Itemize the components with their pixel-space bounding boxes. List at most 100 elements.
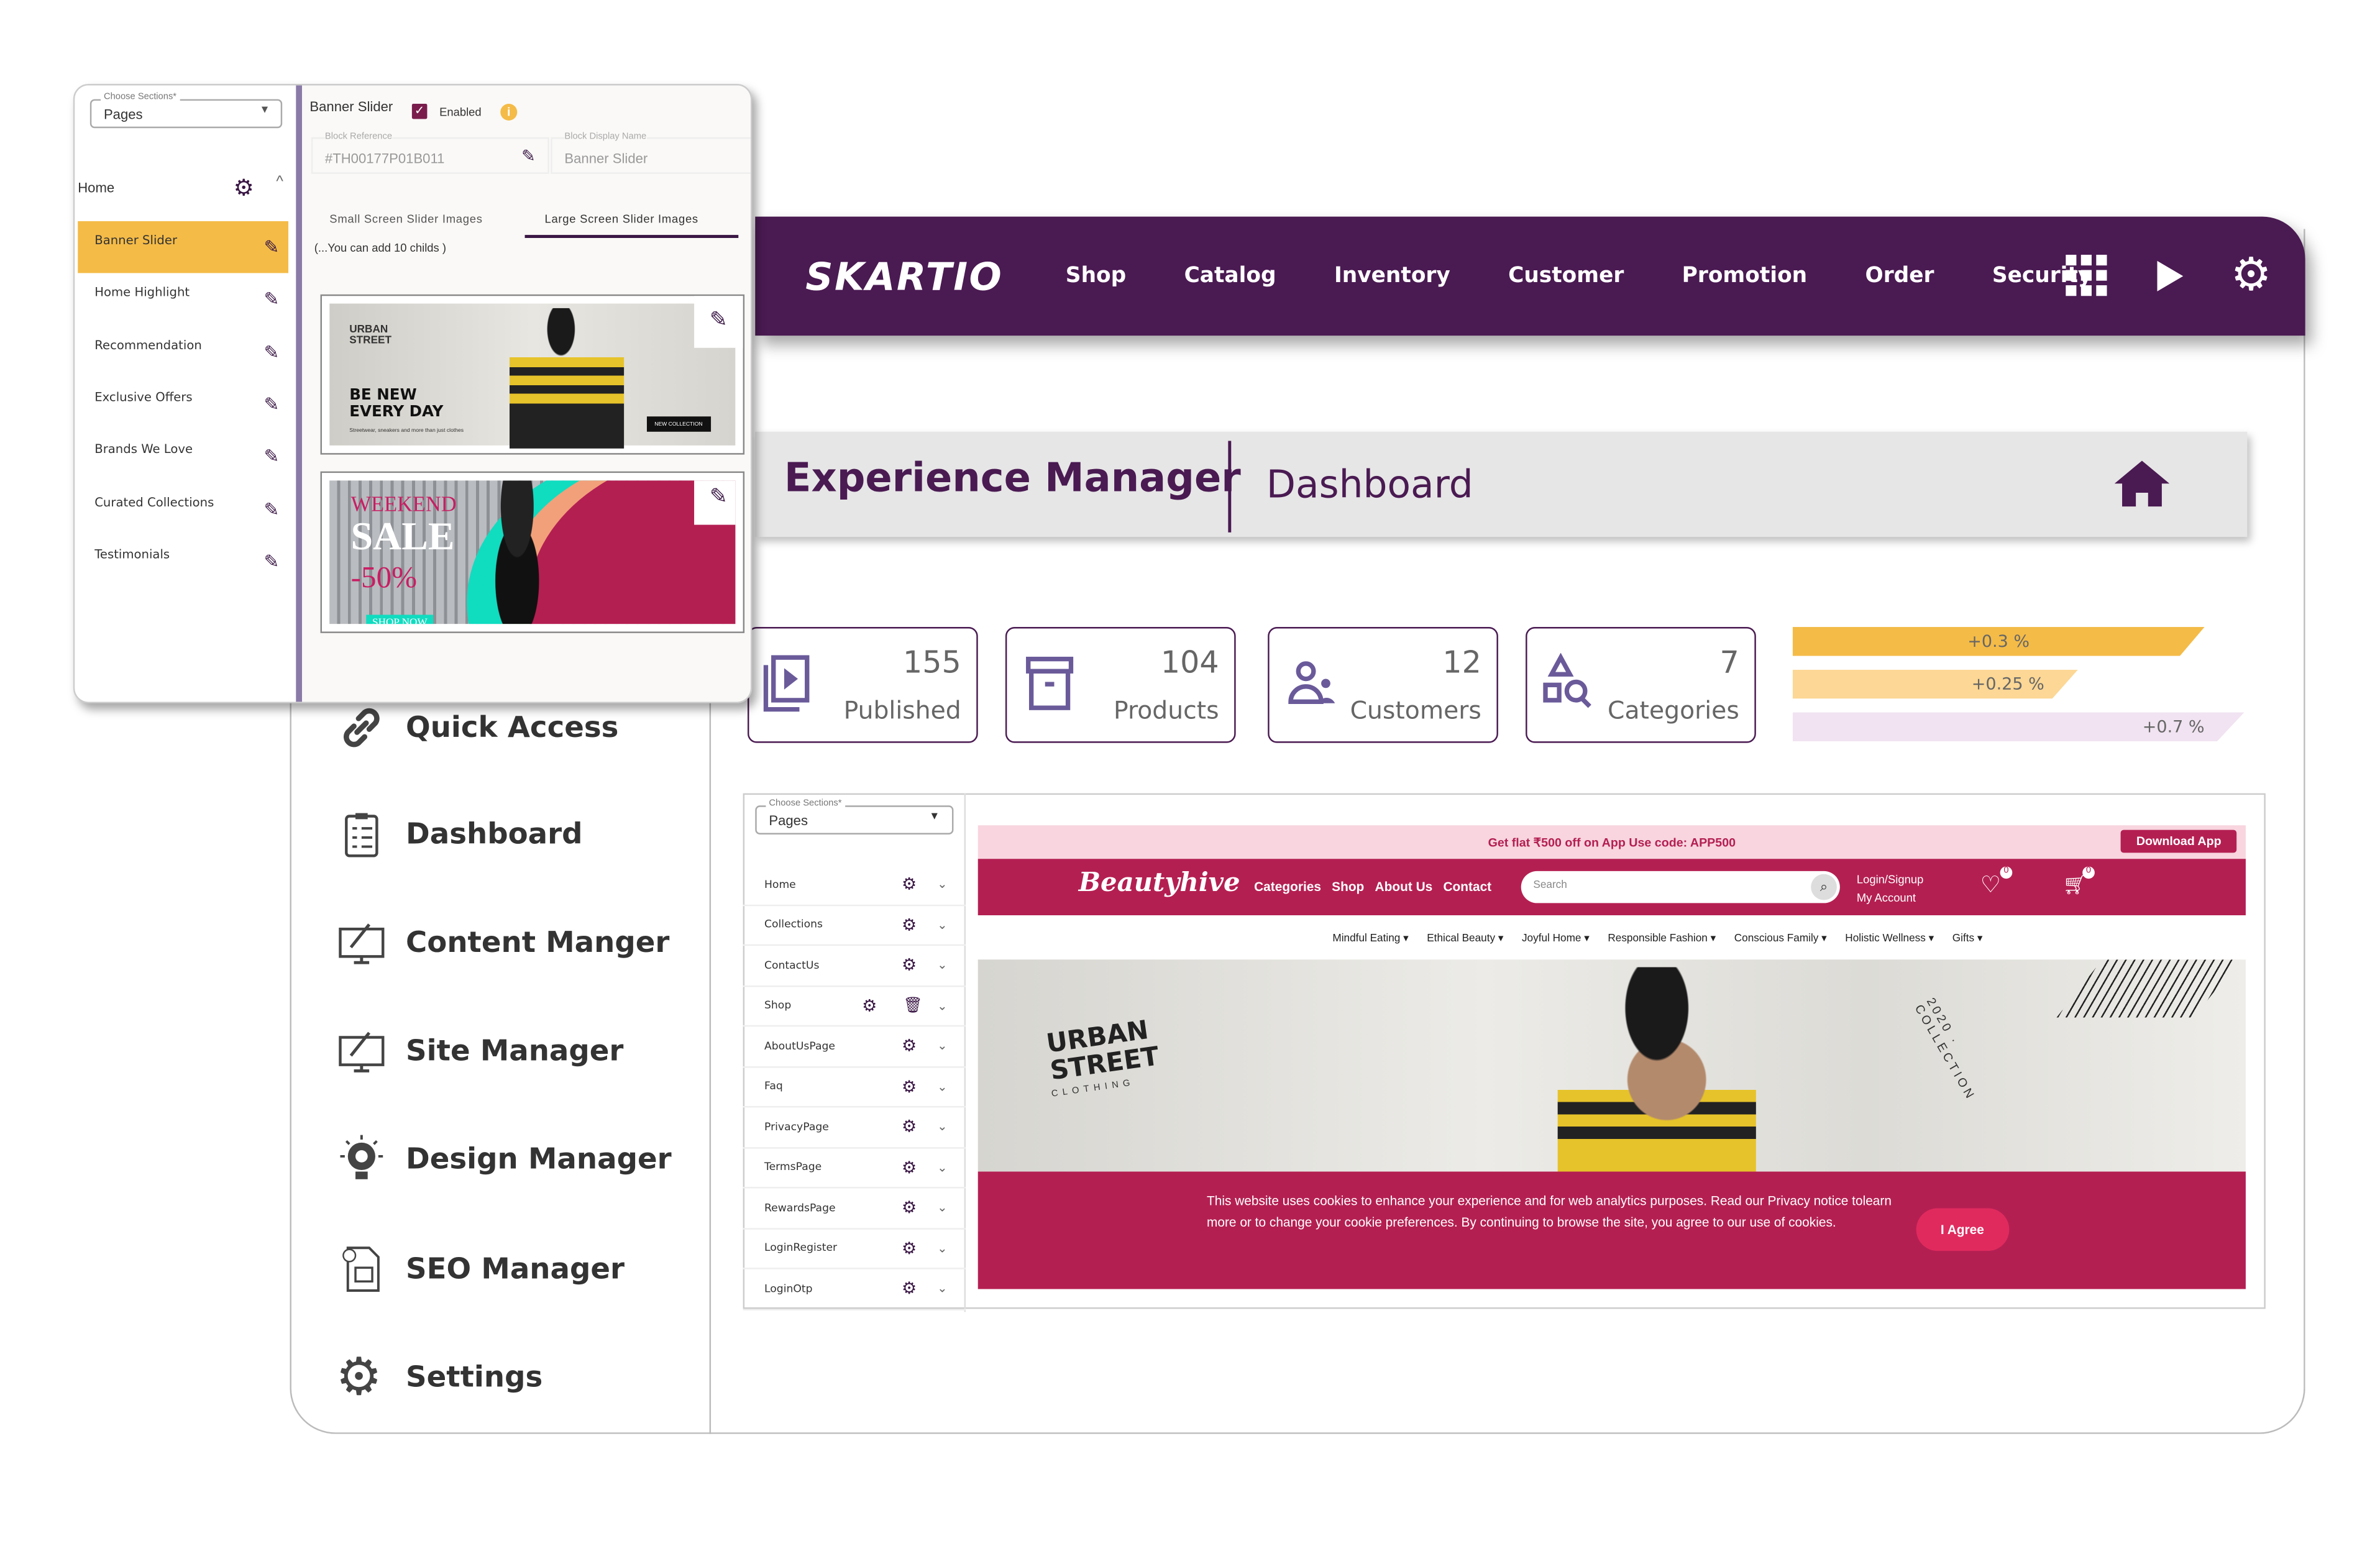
gear-icon[interactable]: ⚙: [902, 1238, 917, 1258]
download-app-button[interactable]: Download App: [2121, 830, 2237, 853]
category-link[interactable]: Responsible Fashion ▾: [1608, 931, 1716, 943]
slide-thumbnail[interactable]: URBAN STREET BE NEW EVERY DAY Streetwear,…: [320, 294, 745, 455]
sidebar-item-seo-manager[interactable]: SEO Manager: [336, 1243, 625, 1295]
home-icon[interactable]: [2113, 459, 2171, 508]
page-row[interactable]: AboutUsPage ⚙ ⌄: [743, 1026, 966, 1068]
category-link[interactable]: Conscious Family ▾: [1734, 931, 1827, 943]
page-row[interactable]: LoginRegister ⚙ ⌄: [743, 1229, 966, 1269]
category-link[interactable]: Holistic Wellness ▾: [1845, 931, 1934, 943]
block-item[interactable]: Home Highlight ✎: [78, 273, 288, 325]
page-row[interactable]: LoginOtp ⚙ ⌄: [743, 1269, 966, 1310]
pencil-icon[interactable]: ✎: [694, 296, 743, 348]
block-item[interactable]: Recommendation ✎: [78, 326, 288, 377]
block-item[interactable]: Banner Slider ✎: [78, 221, 289, 273]
tab-large-screen[interactable]: Large Screen Slider Images: [544, 212, 698, 226]
gear-icon[interactable]: ⚙: [902, 915, 917, 935]
gear-icon[interactable]: ⚙: [902, 1077, 917, 1097]
search-icon[interactable]: ⌕: [1811, 874, 1837, 900]
pencil-icon[interactable]: ✎: [694, 480, 736, 525]
section-select[interactable]: Choose Sections* Pages ▼: [89, 93, 283, 129]
sidebar-item-site-manager[interactable]: Site Manager: [336, 1025, 623, 1077]
page-row[interactable]: Faq ⚙ ⌄: [743, 1067, 966, 1108]
section-select[interactable]: Choose Sections* Pages ▼: [755, 799, 954, 834]
grid-icon[interactable]: [2066, 255, 2108, 298]
trash-icon[interactable]: 🗑︎: [903, 997, 922, 1014]
sidebar-item-content-manager[interactable]: Content Manger: [336, 917, 669, 969]
page-row[interactable]: Home ⚙ ⌄: [743, 865, 966, 906]
chevron-down-icon[interactable]: ⌄: [937, 1120, 947, 1134]
stat-customers[interactable]: 12 Customers: [1268, 627, 1498, 743]
info-icon[interactable]: i: [500, 103, 518, 121]
chevron-down-icon[interactable]: ⌄: [937, 1282, 947, 1296]
pencil-icon[interactable]: ✎: [264, 237, 280, 258]
stat-products[interactable]: 104 Products: [1005, 627, 1236, 743]
pencil-icon[interactable]: ✎: [264, 551, 280, 572]
nav-order[interactable]: Order: [1865, 264, 1934, 288]
block-item[interactable]: Testimonials ✎: [78, 535, 288, 587]
site-link[interactable]: Contact: [1443, 879, 1491, 894]
login-link[interactable]: Login/Signup: [1857, 871, 1924, 889]
account-link[interactable]: My Account: [1857, 889, 1924, 907]
site-link[interactable]: Shop: [1332, 879, 1364, 894]
category-link[interactable]: Joyful Home ▾: [1522, 931, 1590, 943]
site-search-input[interactable]: Search ⌕: [1521, 871, 1840, 903]
nav-shop[interactable]: Shop: [1066, 264, 1126, 288]
agree-button[interactable]: I Agree: [1916, 1208, 2009, 1251]
pencil-icon[interactable]: ✎: [264, 446, 280, 467]
enabled-checkbox[interactable]: ✓: [411, 103, 428, 119]
page-row[interactable]: Shop ⚙ 🗑︎ ⌄: [743, 986, 966, 1027]
gear-icon[interactable]: ⚙: [902, 1198, 917, 1218]
chevron-down-icon[interactable]: ⌄: [937, 877, 947, 891]
nav-promotion[interactable]: Promotion: [1682, 264, 1808, 288]
pencil-icon[interactable]: ✎: [264, 341, 280, 362]
nav-inventory[interactable]: Inventory: [1334, 264, 1450, 288]
slide-thumbnail[interactable]: WEEKEND SALE -50% SHOP NOW ✎: [320, 471, 745, 633]
gear-icon[interactable]: ⚙: [902, 956, 917, 976]
pencil-icon[interactable]: ✎: [264, 498, 280, 519]
pencil-icon[interactable]: ✎: [264, 393, 280, 414]
category-link[interactable]: Gifts ▾: [1952, 931, 1983, 943]
sidebar-item-dashboard[interactable]: Dashboard: [336, 808, 583, 860]
pencil-icon[interactable]: ✎: [264, 289, 280, 310]
sidebar-item-quick-access[interactable]: Quick Access: [336, 702, 618, 753]
gear-icon[interactable]: ⚙: [2231, 252, 2272, 299]
nav-customer[interactable]: Customer: [1508, 264, 1624, 288]
chevron-down-icon[interactable]: ⌄: [937, 1241, 947, 1255]
chevron-down-icon[interactable]: ⌄: [937, 1040, 947, 1053]
block-item[interactable]: Exclusive Offers ✎: [78, 378, 288, 430]
gear-icon[interactable]: ⚙: [862, 996, 877, 1016]
category-link[interactable]: Ethical Beauty ▾: [1427, 931, 1503, 943]
gear-icon[interactable]: ⚙: [902, 1279, 917, 1299]
chevron-down-icon[interactable]: ⌄: [937, 999, 947, 1012]
nav-catalog[interactable]: Catalog: [1184, 264, 1276, 288]
page-row[interactable]: Collections ⚙ ⌄: [743, 905, 966, 946]
gear-icon[interactable]: ⚙: [902, 1117, 917, 1137]
page-row[interactable]: TermsPage ⚙ ⌄: [743, 1148, 966, 1189]
chevron-down-icon[interactable]: ⌄: [937, 918, 947, 931]
chevron-down-icon[interactable]: ⌄: [937, 1201, 947, 1215]
block-display-name-field[interactable]: Block Display NameBanner Slider✎: [551, 132, 751, 174]
stat-categories[interactable]: 7 Categories: [1526, 627, 1756, 743]
heart-icon[interactable]: ♡: [1980, 871, 2001, 898]
category-link[interactable]: Mindful Eating ▾: [1332, 931, 1408, 943]
tab-small-screen[interactable]: Small Screen Slider Images: [329, 212, 482, 226]
gear-icon[interactable]: ⚙: [902, 1158, 917, 1177]
gear-icon[interactable]: ⚙: [234, 174, 254, 201]
page-row[interactable]: PrivacyPage ⚙ ⌄: [743, 1107, 966, 1148]
chevron-down-icon[interactable]: ⌄: [937, 1161, 947, 1174]
chevron-up-icon[interactable]: ^: [276, 174, 283, 191]
block-reference-field[interactable]: Block Reference #TH00177P01B011 ✎: [311, 132, 549, 174]
site-link[interactable]: Categories: [1254, 879, 1321, 894]
site-link[interactable]: About Us: [1375, 879, 1433, 894]
page-row[interactable]: RewardsPage ⚙ ⌄: [743, 1189, 966, 1229]
play-icon[interactable]: [2154, 259, 2185, 293]
pencil-icon[interactable]: ✎: [521, 147, 536, 166]
gear-icon[interactable]: ⚙: [902, 1036, 917, 1056]
sidebar-item-settings[interactable]: ⚙ Settings: [336, 1351, 542, 1403]
block-item[interactable]: Brands We Love ✎: [78, 431, 288, 482]
chevron-down-icon[interactable]: ⌄: [937, 1080, 947, 1094]
stat-published[interactable]: 155 Published: [747, 627, 978, 743]
sidebar-item-design-manager[interactable]: Design Manager: [336, 1133, 672, 1185]
chevron-down-icon[interactable]: ⌄: [937, 958, 947, 972]
block-item[interactable]: Curated Collections ✎: [78, 483, 288, 534]
